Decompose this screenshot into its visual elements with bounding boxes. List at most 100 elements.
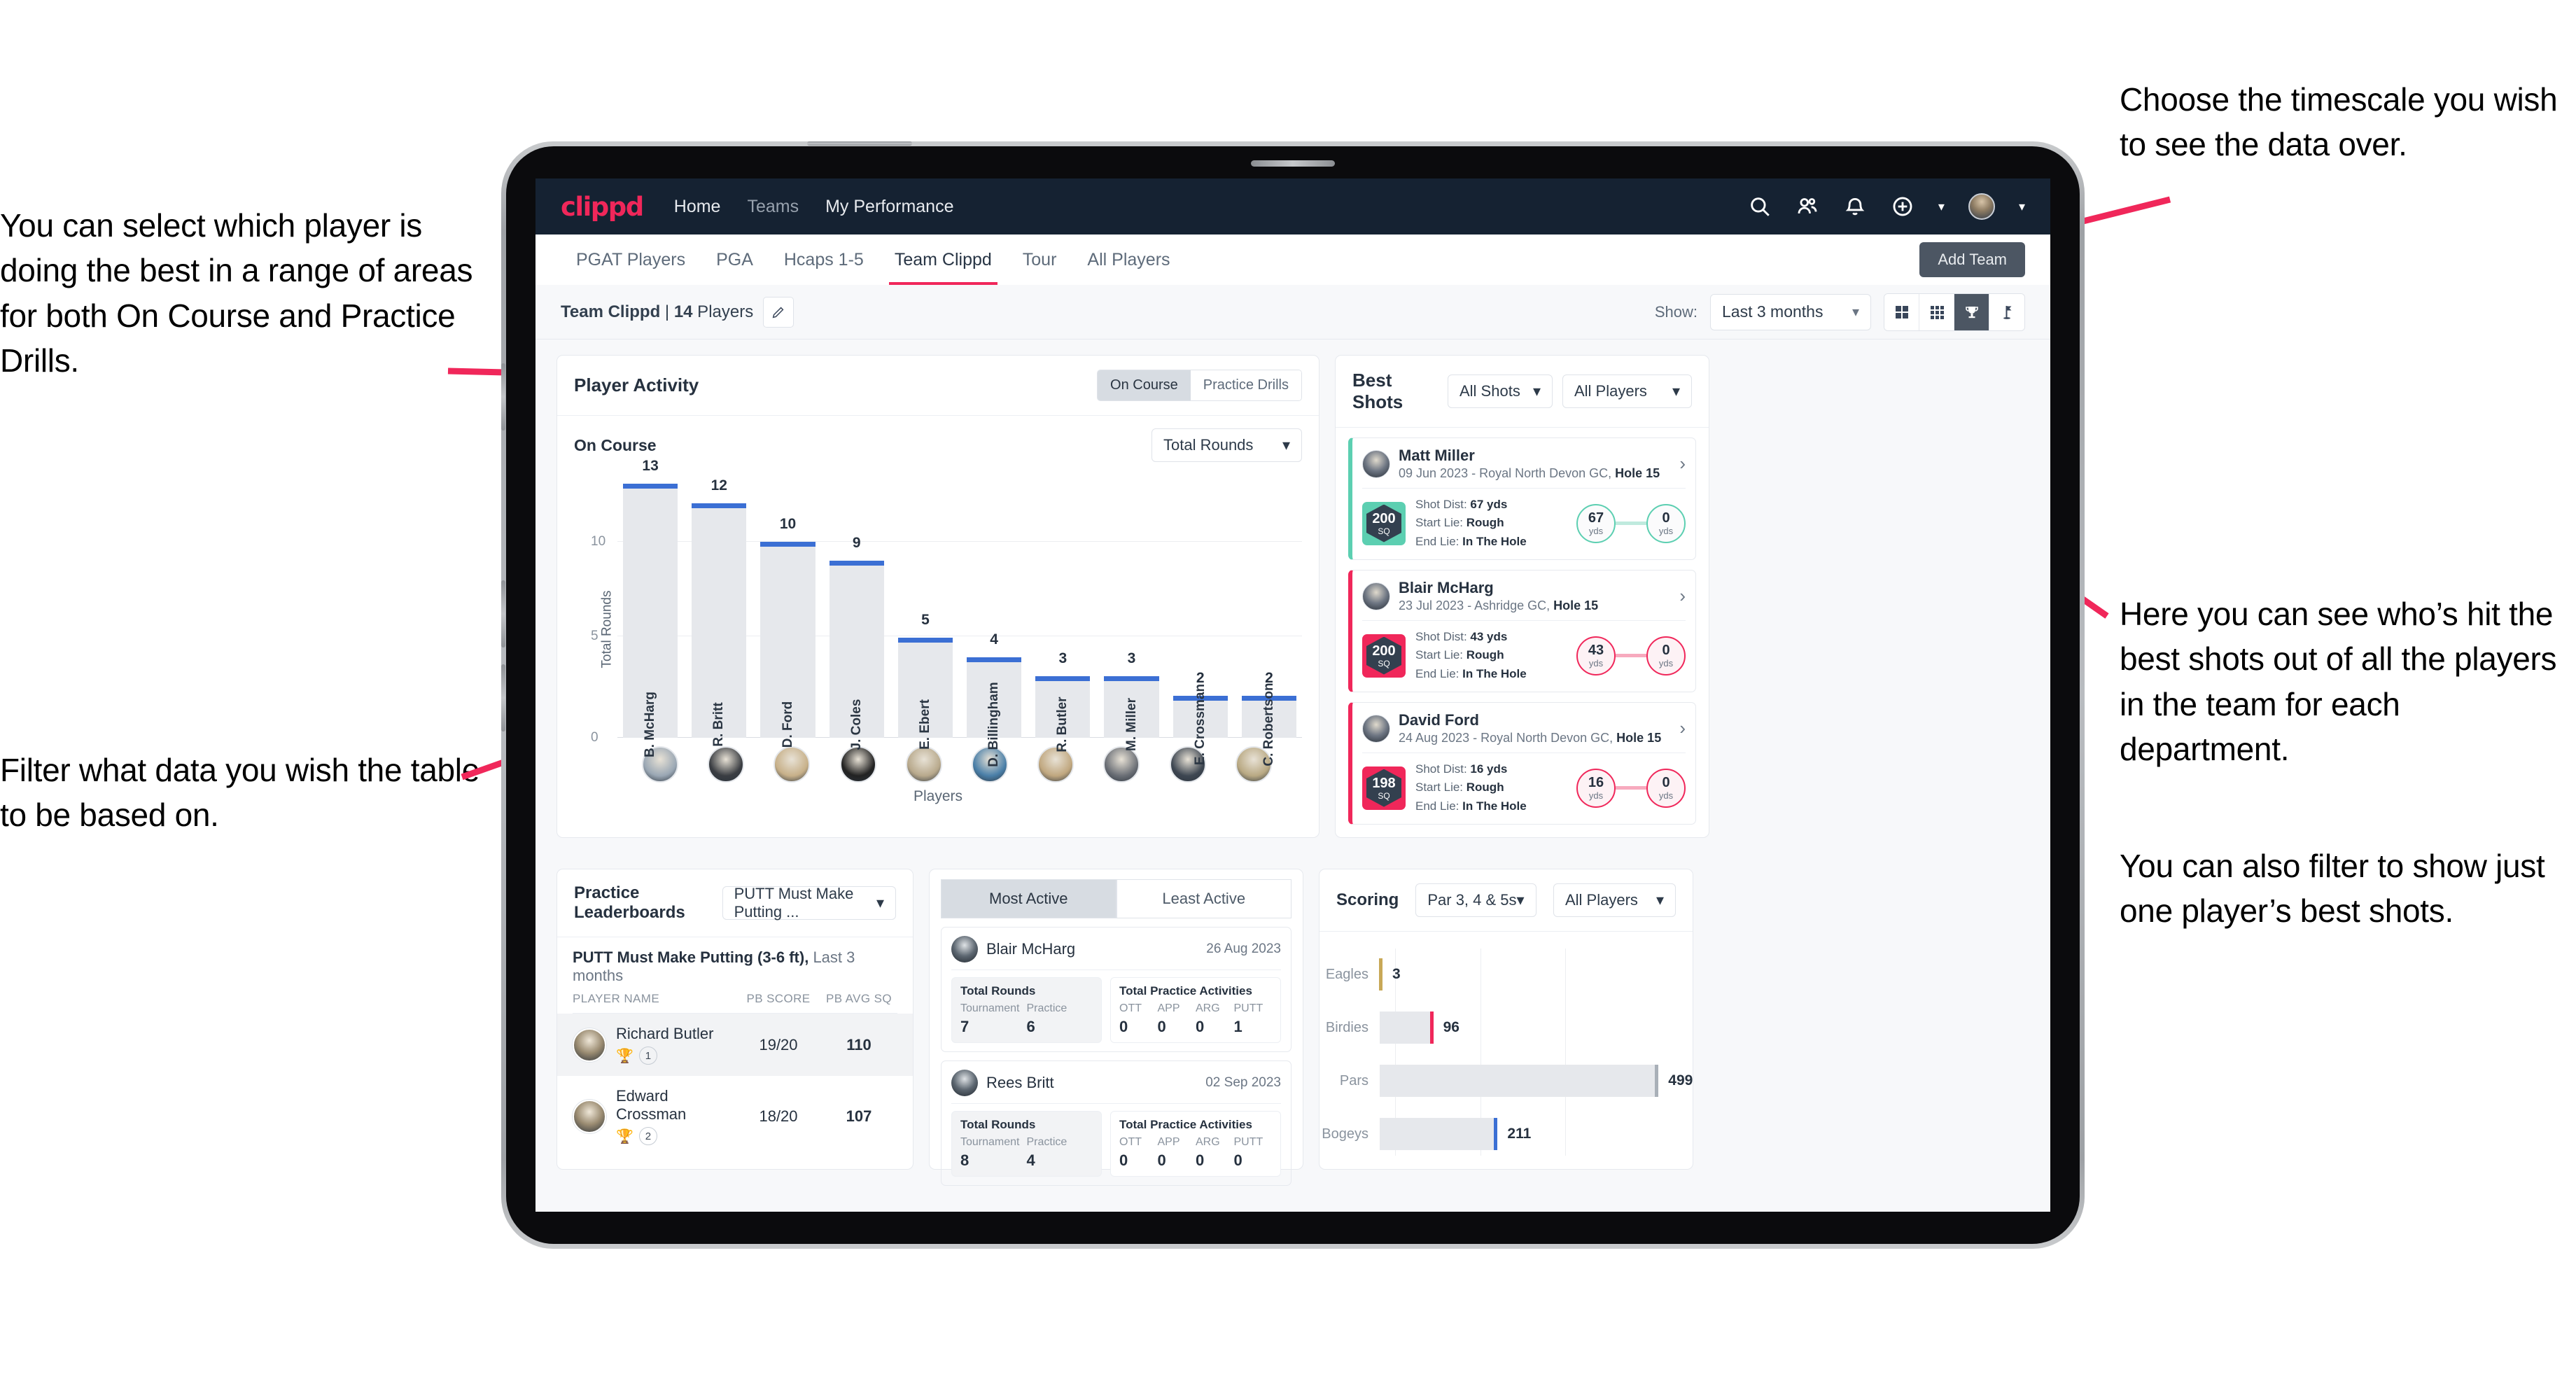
tab-tour[interactable]: Tour: [1007, 234, 1072, 285]
grid-3x3-icon: [1930, 305, 1944, 319]
chart-bar-column[interactable]: 4 D. Billingham: [967, 472, 1022, 767]
col-pb-score: PB SCORE: [746, 992, 811, 1005]
shot-start-distance: 67: [1588, 510, 1604, 526]
chart-bar-column[interactable]: 13 B. McHarg: [623, 458, 678, 757]
chart-bar-column[interactable]: 10 D. Ford: [760, 472, 816, 748]
tab-pga[interactable]: PGA: [701, 234, 769, 285]
add-team-button[interactable]: Add Team: [1919, 242, 2025, 277]
edit-team-button[interactable]: [763, 296, 794, 328]
nav-link-my-performance[interactable]: My Performance: [825, 197, 953, 217]
bar-cap: [1104, 676, 1159, 682]
chart-bar-column[interactable]: 9 J. Coles: [829, 472, 884, 750]
best-shot-card[interactable]: Matt Miller 09 Jun 2023 - Royal North Dev…: [1348, 438, 1696, 561]
bar-label: E. Ebert: [917, 699, 932, 750]
tab-pgat-players[interactable]: PGAT Players: [561, 234, 701, 285]
chart-bar-column[interactable]: 3 M. Miller: [1104, 472, 1159, 751]
team-title: Team Clippd | 14 Players: [561, 302, 753, 322]
scoring-bar-row[interactable]: Eagles 3: [1320, 953, 1693, 996]
chart-x-axis-label: Players: [913, 788, 963, 804]
tab-team-clippd[interactable]: Team Clippd: [879, 234, 1007, 285]
volume-button[interactable]: [501, 664, 505, 732]
power-button[interactable]: [807, 141, 912, 146]
bar-value: 13: [642, 458, 659, 475]
table-row[interactable]: Edward Crossman 🏆 2 18/20 107: [573, 1076, 897, 1156]
people-icon[interactable]: [1795, 195, 1819, 218]
avatar[interactable]: [1968, 193, 1995, 220]
dashboard-content: Player Activity On Course Practice Drill…: [536, 340, 2050, 1186]
activity-date: 02 Sep 2023: [1205, 1075, 1281, 1090]
bar-label: D. Billingham: [986, 682, 1002, 767]
volume-button[interactable]: [501, 580, 505, 648]
chevron-right-icon[interactable]: ›: [1679, 718, 1686, 739]
chart-bar-column[interactable]: 3 R. Butler: [1035, 472, 1091, 752]
scoring-bar-row[interactable]: Birdies 96: [1320, 1006, 1693, 1049]
tab-most-active[interactable]: Most Active: [941, 879, 1116, 918]
nav-link-home[interactable]: Home: [674, 197, 721, 217]
tab-hcaps-1-5[interactable]: Hcaps 1-5: [769, 234, 879, 285]
shot-quality-badge: 200 SQ: [1362, 634, 1406, 678]
scoring-value: 96: [1443, 1019, 1460, 1035]
activity-player-card[interactable]: Rees Britt 02 Sep 2023 Total Rounds Tournam…: [941, 1060, 1292, 1186]
chart-plot-area: 10 5 0 13 B. McHarg 12 R. Britt 10 D. Ford 9 J.…: [591, 458, 1302, 767]
avatar: [951, 1070, 978, 1096]
view-grid-3x3-button[interactable]: [1919, 293, 1954, 330]
scoring-bar-row[interactable]: Bogeys 211: [1320, 1112, 1693, 1156]
shot-start-distance: 16: [1588, 775, 1604, 791]
activity-player-card[interactable]: Blair McHarg 26 Aug 2023 Total Rounds Tourn…: [941, 927, 1292, 1052]
scoring-bar-row[interactable]: Pars 499: [1320, 1059, 1693, 1102]
nav-link-teams[interactable]: Teams: [747, 197, 799, 217]
table-row[interactable]: Richard Butler 🏆 1 19/20 110: [557, 1014, 913, 1076]
par-filter-select[interactable]: Par 3, 4 & 5s ▾: [1415, 883, 1536, 917]
scoring-player-filter[interactable]: All Players ▾: [1553, 883, 1676, 917]
chevron-right-icon[interactable]: ›: [1679, 585, 1686, 607]
bell-icon[interactable]: [1843, 195, 1867, 218]
chevron-down-icon: ▾: [1532, 382, 1541, 400]
timescale-value: Last 3 months: [1722, 302, 1823, 321]
scoring-value: 211: [1507, 1126, 1532, 1142]
chart-bar-column[interactable]: 2 E. Crossman: [1172, 472, 1228, 765]
metric-select[interactable]: Total Rounds ▾: [1152, 428, 1302, 462]
team-name: Team Clippd: [561, 302, 661, 321]
search-icon[interactable]: [1748, 195, 1772, 218]
bar-value: 10: [779, 515, 797, 532]
tab-least-active[interactable]: Least Active: [1116, 879, 1292, 918]
chart-bar-column[interactable]: 2 C. Robertson: [1241, 472, 1297, 766]
player-avatar[interactable]: [839, 746, 876, 783]
best-shots-shot-filter[interactable]: All Shots ▾: [1448, 374, 1553, 408]
volume-button[interactable]: [501, 363, 505, 430]
player-avatar[interactable]: [905, 746, 942, 783]
best-shot-card[interactable]: David Ford 24 Aug 2023 - Royal North Devo…: [1348, 702, 1696, 825]
chevron-down-icon[interactable]: ▾: [1938, 200, 1945, 214]
bar-cap: [1035, 676, 1091, 682]
chevron-right-icon[interactable]: ›: [1679, 453, 1686, 475]
view-trophy-button[interactable]: [1954, 293, 1989, 330]
chevron-down-icon[interactable]: ▾: [2019, 200, 2025, 214]
trophy-icon: 🏆: [616, 1128, 634, 1144]
bar-label: E. Crossman: [1192, 683, 1208, 766]
chart-bar-column[interactable]: 5 E. Ebert: [897, 472, 953, 750]
acts-col-label: PUTT: [1233, 1002, 1264, 1014]
view-grid-2x2-button[interactable]: [1884, 293, 1919, 330]
rounds-col-value: 7: [960, 1018, 969, 1035]
best-shot-details: Shot Dist: 67 yds Start Lie: Rough End Lie…: [1415, 498, 1527, 548]
player-avatar[interactable]: [708, 746, 745, 783]
practice-leaderboards-card: Practice Leaderboards PUTT Must Make Put…: [556, 869, 913, 1170]
player-avatar[interactable]: [1103, 746, 1140, 783]
best-shots-player-filter[interactable]: All Players ▾: [1562, 374, 1692, 408]
best-shot-card[interactable]: Blair McHarg 23 Jul 2023 - Ashridge GC, H…: [1348, 570, 1696, 693]
view-flag-button[interactable]: [1989, 293, 2024, 330]
plus-circle-icon[interactable]: [1891, 195, 1914, 218]
acts-col-label: PUTT: [1233, 1136, 1264, 1148]
acts-col-label: APP: [1157, 1136, 1180, 1148]
player-avatar[interactable]: [774, 746, 811, 783]
clippd-logo[interactable]: clippd: [561, 192, 644, 222]
segment-on-course[interactable]: On Course: [1098, 370, 1191, 400]
drill-select[interactable]: PUTT Must Make Putting ... ▾: [722, 885, 896, 920]
timescale-select[interactable]: Last 3 months ▾: [1710, 293, 1871, 330]
chevron-down-icon: ▾: [1851, 304, 1859, 320]
subbar-controls: Show: Last 3 months ▾: [1655, 293, 2025, 331]
team-player-count: 14: [673, 302, 693, 321]
tab-all-players[interactable]: All Players: [1072, 234, 1185, 285]
segment-practice-drills[interactable]: Practice Drills: [1190, 370, 1301, 400]
chart-bar-column[interactable]: 12 R. Britt: [692, 472, 747, 747]
